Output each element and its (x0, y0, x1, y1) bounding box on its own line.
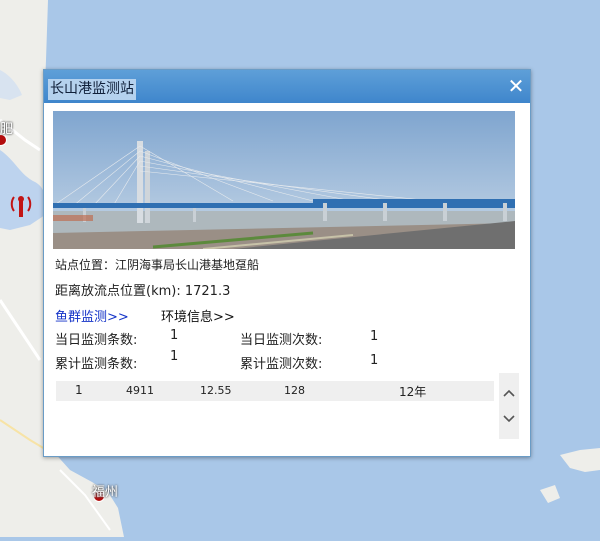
tab-fish-monitoring[interactable]: 鱼群监测>> (55, 306, 129, 325)
chevron-up-icon[interactable] (501, 385, 517, 401)
station-popup: 长山港监测站 ✕ 站点位置：江阴海事局长山港基地趸船 距离放流点位置(km): … (43, 69, 531, 457)
total-times-value: 1 (370, 353, 379, 368)
popup-title: 长山港监测站 (48, 79, 136, 100)
total-records-value: 1 (170, 349, 179, 364)
site-location: 站点位置：江阴海事局长山港基地趸船 (55, 256, 259, 273)
station-marker-icon[interactable] (10, 193, 32, 219)
table-cell: 12.55 (200, 384, 232, 397)
today-times-label: 当日监测次数: (240, 333, 323, 348)
close-icon[interactable]: ✕ (507, 76, 525, 96)
site-location-value: 江阴海事局长山港基地趸船 (115, 258, 260, 272)
table-row[interactable]: 1 4911 12.55 128 12年 (56, 381, 494, 401)
distance-value: 1721.3 (184, 284, 231, 299)
chevron-down-icon[interactable] (501, 411, 517, 427)
table-cell: 12年 (399, 385, 427, 399)
monitoring-table: 1 4911 12.55 128 12年 (56, 381, 494, 401)
popup-header: 长山港监测站 ✕ (44, 70, 530, 103)
table-cell: 1 (75, 383, 83, 397)
bridge-photo (53, 111, 515, 249)
total-times-label: 累计监测次数: (240, 357, 323, 372)
site-location-label: 站点位置： (55, 258, 116, 272)
city-label-fuzhou: 福州 (92, 485, 119, 500)
table-cell: 4911 (126, 384, 154, 397)
city-label-hefei: 肥 (0, 122, 14, 137)
table-cell: 128 (284, 384, 305, 397)
today-records-label: 当日监测条数: (55, 333, 138, 348)
distance-info: 距离放流点位置(km): 1721.3 (55, 280, 230, 299)
table-scrollbar[interactable] (499, 373, 519, 439)
tab-environment-info[interactable]: 环境信息>> (161, 306, 235, 325)
today-times-value: 1 (370, 329, 379, 344)
today-records-value: 1 (170, 328, 179, 343)
total-records-label: 累计监测条数: (55, 357, 138, 372)
distance-label: 距离放流点位置(km): (55, 284, 181, 299)
